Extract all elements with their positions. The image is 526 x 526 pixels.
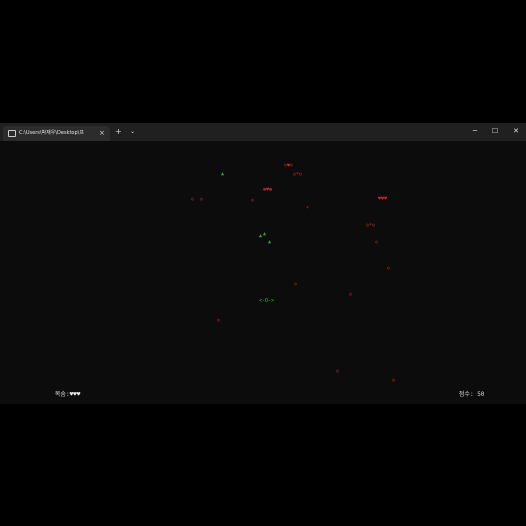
tab-dropdown-button[interactable]: ⌄ [130, 127, 135, 137]
terminal-window: C:\Users\박재우\Desktop\프 × + ⌄ ─ ☐ ✕ ☺♥☺ ☺… [0, 123, 526, 404]
player-ship: <-O-> [259, 298, 275, 304]
maximize-button[interactable]: ☐ [489, 126, 501, 136]
bullet: ▲ [268, 239, 272, 245]
lives-label: 목숨: [54, 391, 70, 398]
bullet: ▲ [259, 233, 263, 239]
enemy: ☺ ☺ [191, 197, 204, 203]
title-bar[interactable]: C:\Users\박재우\Desktop\프 × + ⌄ ─ ☐ ✕ [0, 123, 526, 141]
enemy: ☻♥☻ [263, 187, 273, 193]
enemy: ☺♥☺ [284, 163, 294, 169]
lives-hearts: ♥♥♥ [69, 391, 81, 398]
enemy: ☺ [375, 240, 379, 246]
enemy: ☺ [294, 282, 298, 288]
terminal-icon [8, 130, 16, 137]
new-tab-button[interactable]: + [115, 127, 122, 137]
bullet: ▲ [221, 171, 225, 177]
tab-terminal[interactable]: C:\Users\박재우\Desktop\프 × [3, 126, 110, 141]
enemy: ☺*☺ [293, 172, 303, 178]
score-value: 50 [477, 391, 485, 398]
enemy: ☺ [392, 378, 396, 384]
score-display: 점수: 50 [430, 383, 485, 407]
tab-close-button[interactable]: × [99, 128, 105, 138]
tab-title: C:\Users\박재우\Desktop\프 [19, 130, 84, 136]
enemy: ☺ [217, 318, 221, 324]
enemy: * [306, 206, 310, 212]
score-label: 점수: [458, 391, 474, 398]
enemy: ☺ [387, 266, 391, 272]
minimize-button[interactable]: ─ [469, 126, 481, 136]
lives-display: 목숨:♥♥♥ [26, 383, 81, 407]
bullet: ▲ [263, 231, 267, 237]
enemy: ☺*☺ [366, 223, 376, 229]
enemy: ☺ [251, 198, 255, 204]
screen: C:\Users\박재우\Desktop\프 × + ⌄ ─ ☐ ✕ ☺♥☺ ☺… [0, 0, 526, 526]
enemy: ♥♥♥ [378, 196, 388, 202]
enemy: ☺ [336, 369, 340, 375]
close-button[interactable]: ✕ [510, 126, 522, 136]
game-area[interactable]: ☺♥☺ ☺*☺ ☻♥☻ ☺ ☺ ☺ ♥♥♥ * ☺*☺ ☺ ☺ ☺ ☺ ☺ Y … [0, 141, 526, 404]
